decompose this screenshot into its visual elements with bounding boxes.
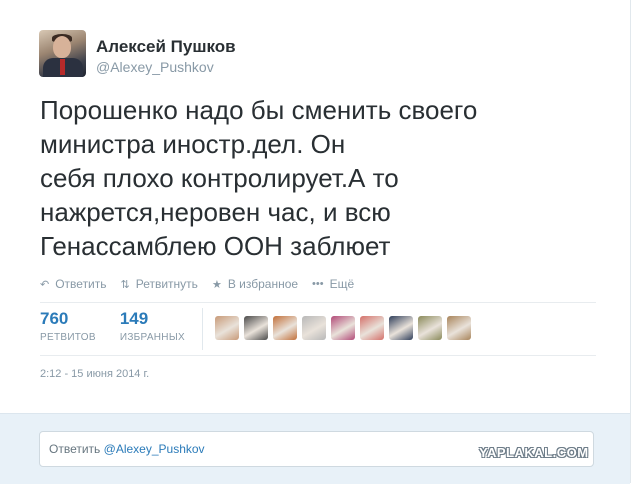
avatar[interactable] <box>39 30 86 77</box>
more-action-label: Ещё <box>329 277 355 291</box>
favoriter-avatar[interactable] <box>331 316 355 340</box>
favoriter-avatar[interactable] <box>215 316 239 340</box>
favoriter-avatar[interactable] <box>273 316 297 340</box>
divider-bottom <box>40 355 596 356</box>
avatar-tie <box>60 59 65 75</box>
reply-prefix: Ответить <box>49 442 101 456</box>
avatar-head <box>53 36 71 58</box>
favoriter-avatar[interactable] <box>389 316 413 340</box>
author-handle[interactable]: @Alexey_Pushkov <box>96 59 214 75</box>
star-icon: ★ <box>211 278 222 291</box>
retweet-icon: ⇅ <box>120 278 130 291</box>
more-action[interactable]: ••• Ещё <box>312 277 354 291</box>
favoriter-avatar[interactable] <box>360 316 384 340</box>
retweets-stat[interactable]: 760 РЕТВИТОВ <box>40 309 96 349</box>
reply-mention: @Alexey_Pushkov <box>103 442 205 456</box>
tweet-card: Алексей Пушков @Alexey_Pushkov Порошенко… <box>0 0 631 483</box>
watermark: YAPLAKAL.COM <box>479 445 589 460</box>
tweet-stats: 760 РЕТВИТОВ 149 ИЗБРАННЫХ <box>40 309 209 349</box>
favoriter-avatar[interactable] <box>302 316 326 340</box>
favoriter-avatar[interactable] <box>447 316 471 340</box>
retweet-action-label: Ретвитнуть <box>135 277 198 291</box>
favoriter-avatar[interactable] <box>244 316 268 340</box>
tweet-actions: ↶ Ответить ⇅ Ретвитнуть ★ В избранное ••… <box>40 277 368 291</box>
favorite-action[interactable]: ★ В избранное <box>212 277 298 291</box>
favoriters-avatars <box>215 316 476 340</box>
divider-top <box>40 302 596 303</box>
ellipsis-icon: ••• <box>312 278 324 290</box>
stats-separator <box>202 308 203 350</box>
author-name[interactable]: Алексей Пушков <box>96 37 236 57</box>
reply-action[interactable]: ↶ Ответить <box>40 277 107 291</box>
retweets-label: РЕТВИТОВ <box>40 332 96 343</box>
favorite-action-label: В избранное <box>227 277 299 291</box>
favorites-label: ИЗБРАННЫХ <box>119 332 185 343</box>
reply-arrow-icon: ↶ <box>40 278 50 291</box>
tweet-text: Порошенко надо бы сменить своего министр… <box>40 95 478 261</box>
favorites-count: 149 <box>119 309 149 328</box>
tweet-timestamp[interactable]: 2:12 - 15 июня 2014 г. <box>40 368 149 380</box>
reply-action-label: Ответить <box>55 277 107 291</box>
retweets-count: 760 <box>40 309 69 328</box>
favoriter-avatar[interactable] <box>418 316 442 340</box>
retweet-action[interactable]: ⇅ Ретвитнуть <box>121 277 198 291</box>
favorites-stat[interactable]: 149 ИЗБРАННЫХ <box>120 309 185 349</box>
